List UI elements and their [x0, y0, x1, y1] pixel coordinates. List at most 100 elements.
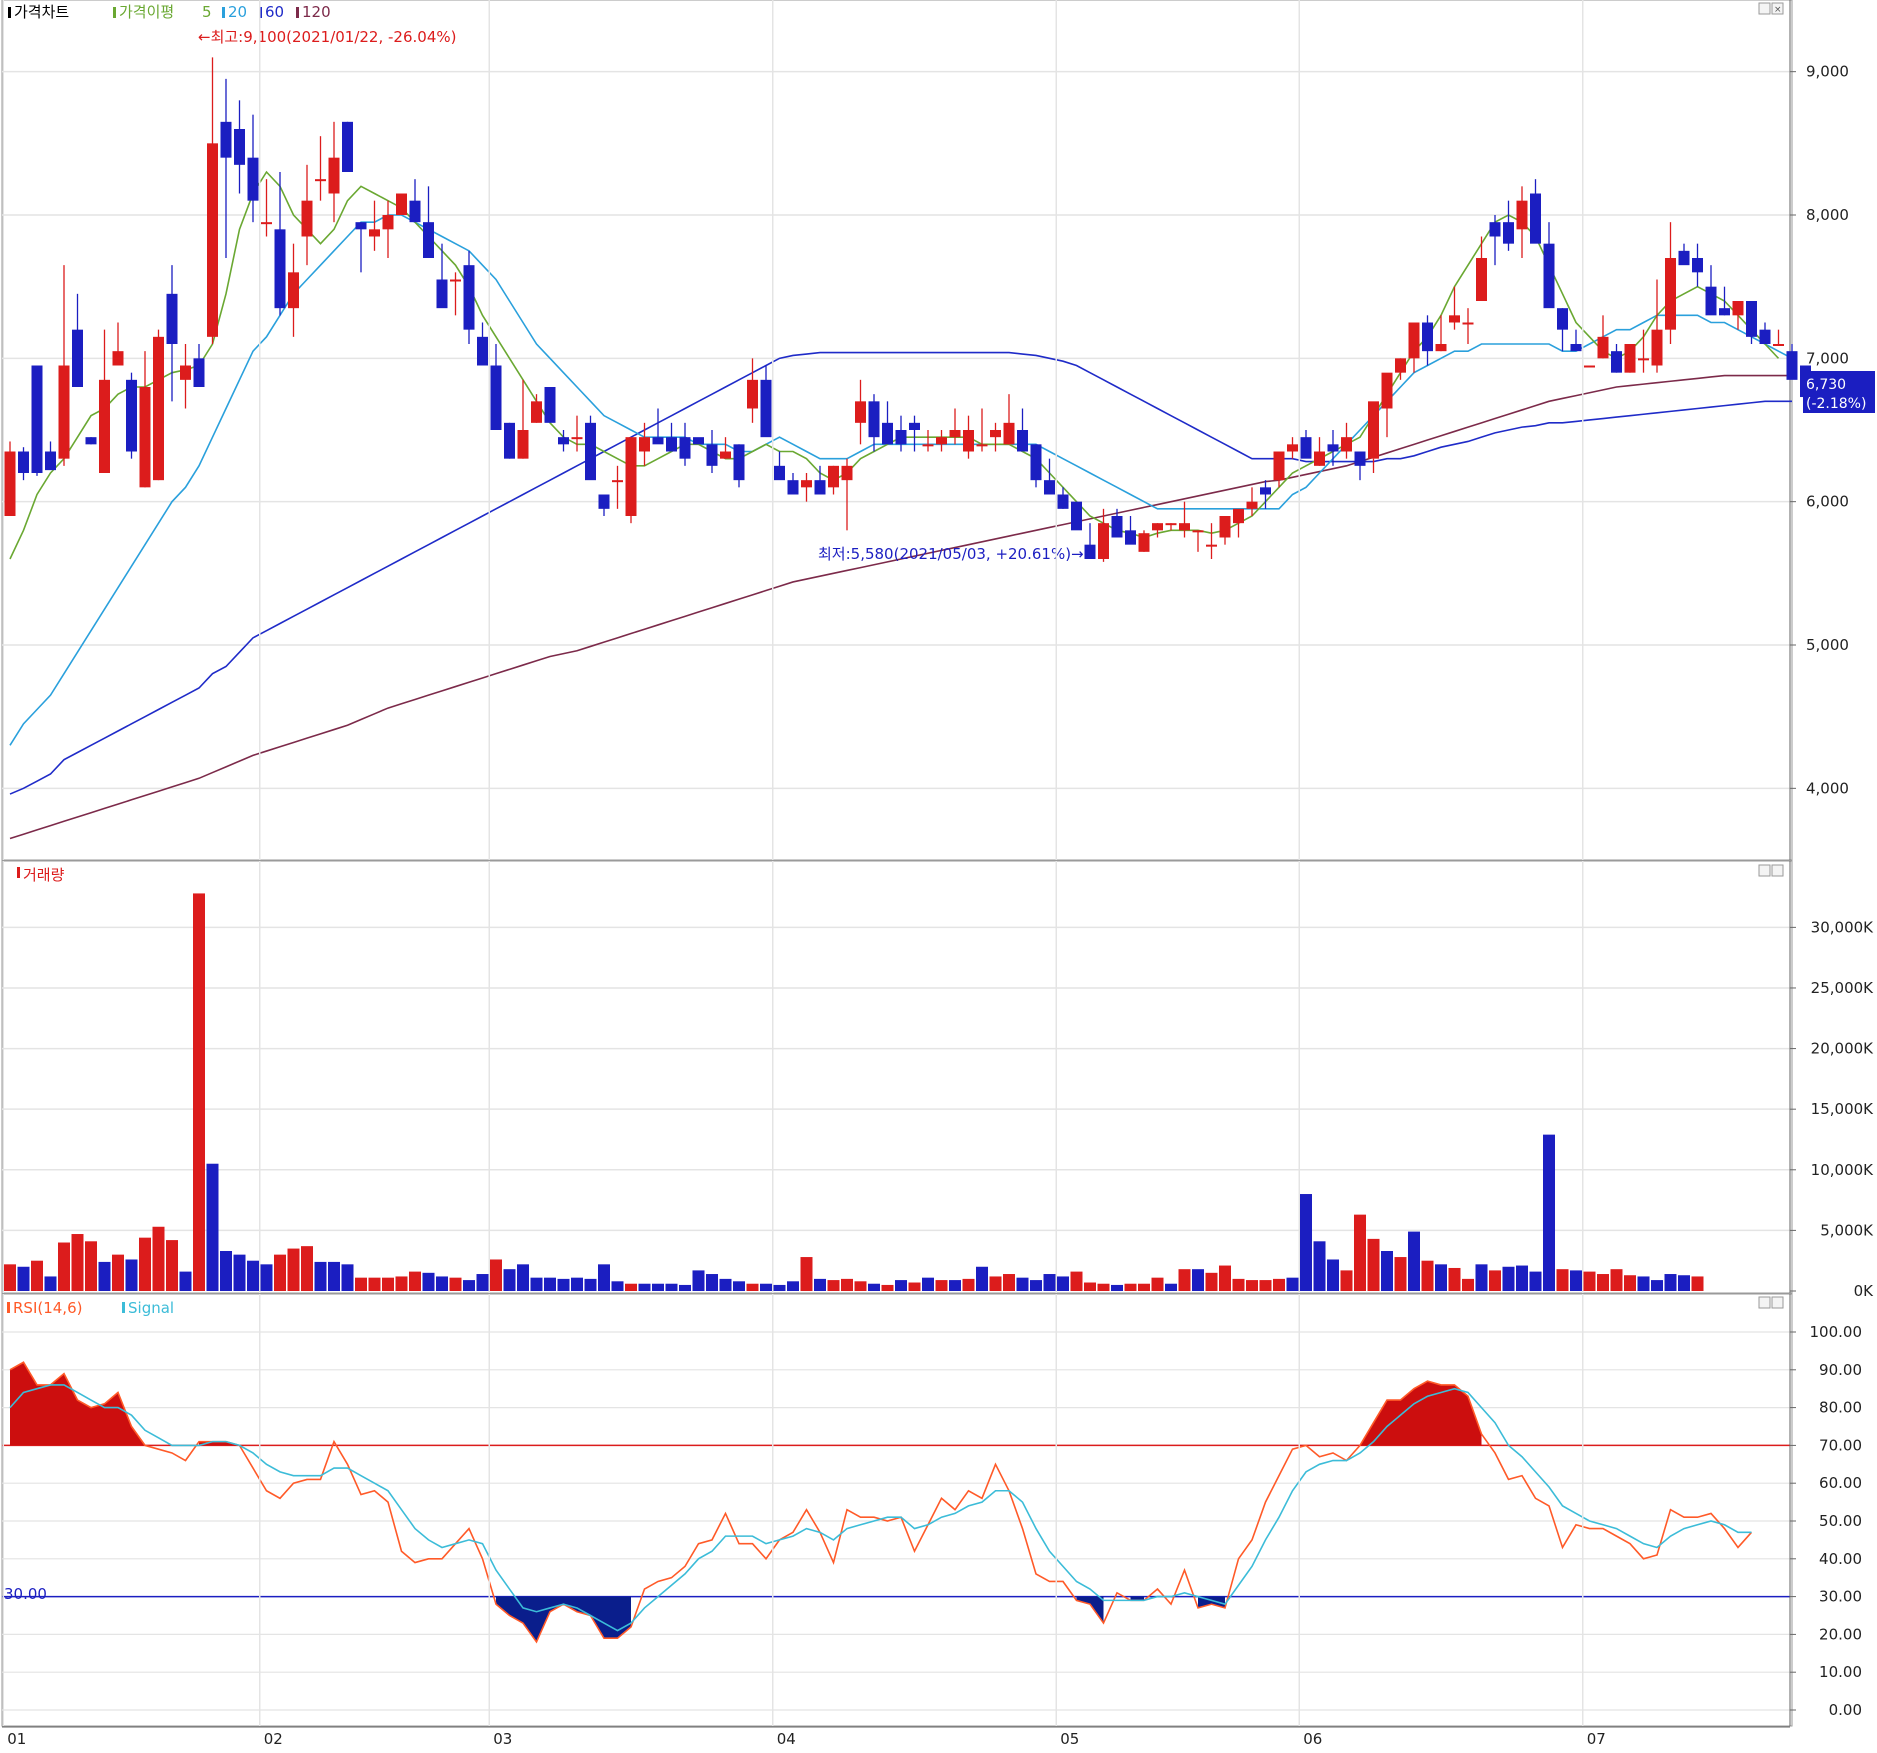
- minimize-icon[interactable]: [1758, 864, 1771, 877]
- volume-bar: [436, 1276, 448, 1291]
- volume-bar: [854, 1281, 867, 1291]
- volume-legend[interactable]: 거래량: [23, 866, 65, 884]
- x-tick-label: 01: [7, 1730, 26, 1748]
- candle-body: [45, 451, 56, 471]
- volume-bar: [1624, 1275, 1636, 1291]
- candle-body: [1422, 322, 1433, 352]
- volume-bar: [1570, 1270, 1582, 1291]
- volume-bar: [949, 1280, 961, 1291]
- volume-bar: [1043, 1274, 1056, 1291]
- volume-bar: [827, 1280, 840, 1291]
- rsi-tick-label: 60.00: [1819, 1474, 1862, 1492]
- rsi-tick-label: 80.00: [1819, 1399, 1862, 1417]
- rsi-tick-label: 20.00: [1819, 1625, 1862, 1643]
- rsi-tick-label: 40.00: [1819, 1550, 1862, 1568]
- volume-bar: [152, 1226, 165, 1291]
- volume-bar: [422, 1272, 435, 1291]
- price-tick-label: 9,000: [1806, 63, 1849, 81]
- volume-bar: [638, 1283, 651, 1291]
- candle-body: [1584, 365, 1595, 368]
- volume-bar: [760, 1283, 772, 1291]
- volume-bar: [17, 1266, 30, 1291]
- price-tick-label: 4,000: [1806, 779, 1849, 797]
- candle-body: [1287, 444, 1298, 452]
- volume-bar: [1219, 1265, 1231, 1291]
- candle-body: [1543, 243, 1555, 309]
- legend-price-chart[interactable]: 가격차트: [14, 3, 69, 21]
- candle-body: [1098, 523, 1109, 559]
- candle-body: [409, 200, 421, 223]
- volume-bar: [544, 1277, 556, 1291]
- volume-bar: [1084, 1282, 1096, 1291]
- last-price-change: (-2.18%): [1806, 396, 1866, 412]
- x-tick-label: 06: [1303, 1730, 1322, 1748]
- volume-bar: [260, 1264, 273, 1291]
- volume-bar: [503, 1269, 516, 1291]
- candle-body: [895, 430, 907, 445]
- candle-body: [1611, 351, 1622, 373]
- candle-body: [1246, 501, 1258, 509]
- volume-bar: [557, 1278, 570, 1291]
- rsi-y-axis: 0.00 10.00 20.00 30.00 40.00 50.00 60.00 70.00 8…: [1790, 1323, 1862, 1719]
- candle-body: [1219, 516, 1231, 538]
- candle-body: [1408, 322, 1420, 359]
- candle-body: [1570, 344, 1582, 352]
- volume-bar: [1489, 1270, 1501, 1291]
- candle-body: [1179, 523, 1190, 531]
- volume-bar: [679, 1284, 691, 1291]
- volume-bar: [1448, 1267, 1461, 1291]
- volume-bar: [341, 1264, 354, 1291]
- candle-body: [301, 200, 313, 237]
- volume-bar: [1016, 1277, 1029, 1291]
- candle-body: [828, 465, 839, 488]
- candle-body: [1300, 437, 1312, 459]
- volume-tick-label: 30,000K: [1811, 918, 1874, 936]
- volume-bar: [449, 1277, 462, 1291]
- volume-bar: [166, 1240, 178, 1291]
- volume-bar: [1597, 1274, 1609, 1291]
- volume-bar: [247, 1260, 259, 1291]
- volume-bar: [1367, 1238, 1380, 1291]
- volume-bar: [1003, 1274, 1015, 1291]
- candle-body: [963, 430, 974, 452]
- candle-body: [153, 336, 164, 481]
- candle-body: [1125, 530, 1136, 545]
- x-tick-label: 07: [1587, 1730, 1606, 1748]
- candle-body: [436, 279, 448, 309]
- volume-bar: [746, 1283, 759, 1291]
- minimize-icon[interactable]: [1758, 1296, 1771, 1309]
- chart-canvas: 4,000 5,000 6,000 7,000 8,000 9,000 가격차트 가격이평…: [1, 0, 1875, 1748]
- candle-body: [652, 437, 664, 445]
- volume-bar: [625, 1283, 637, 1291]
- volume-tick-label: 5,000K: [1820, 1221, 1874, 1239]
- rsi-tick-label: 10.00: [1819, 1663, 1862, 1681]
- legend-ma-title[interactable]: 가격이평: [119, 3, 174, 21]
- candle-body: [463, 265, 475, 330]
- candle-body: [1489, 222, 1501, 237]
- candle-body: [787, 480, 799, 495]
- close-icon[interactable]: [1771, 864, 1784, 877]
- volume-bar: [1205, 1272, 1218, 1291]
- candle-body: [1462, 322, 1474, 325]
- candle-body: [882, 422, 893, 445]
- candle-body: [1381, 372, 1393, 409]
- volume-bar: [1475, 1264, 1488, 1291]
- volume-bar: [1030, 1280, 1042, 1291]
- price-tick-label: 7,000: [1806, 349, 1849, 367]
- signal-legend[interactable]: Signal: [128, 1299, 174, 1317]
- volume-bar: [881, 1284, 894, 1291]
- volume-bar: [125, 1259, 138, 1291]
- minimize-icon[interactable]: [1758, 2, 1771, 15]
- volume-bar: [1300, 1194, 1312, 1291]
- rsi-legend[interactable]: RSI(14,6): [13, 1299, 82, 1317]
- candle-body: [1773, 344, 1784, 346]
- candle-body: [747, 379, 758, 409]
- volume-bar: [1543, 1134, 1555, 1291]
- volume-bar: [1610, 1269, 1623, 1291]
- close-icon[interactable]: [1771, 1296, 1784, 1309]
- candle-body: [1449, 315, 1460, 323]
- candle-body: [1017, 430, 1028, 452]
- price-panel: 4,000 5,000 6,000 7,000 8,000 9,000 가격차트 가격이평…: [1, 0, 1875, 861]
- candle-body: [1111, 516, 1123, 538]
- volume-bar: [706, 1274, 718, 1291]
